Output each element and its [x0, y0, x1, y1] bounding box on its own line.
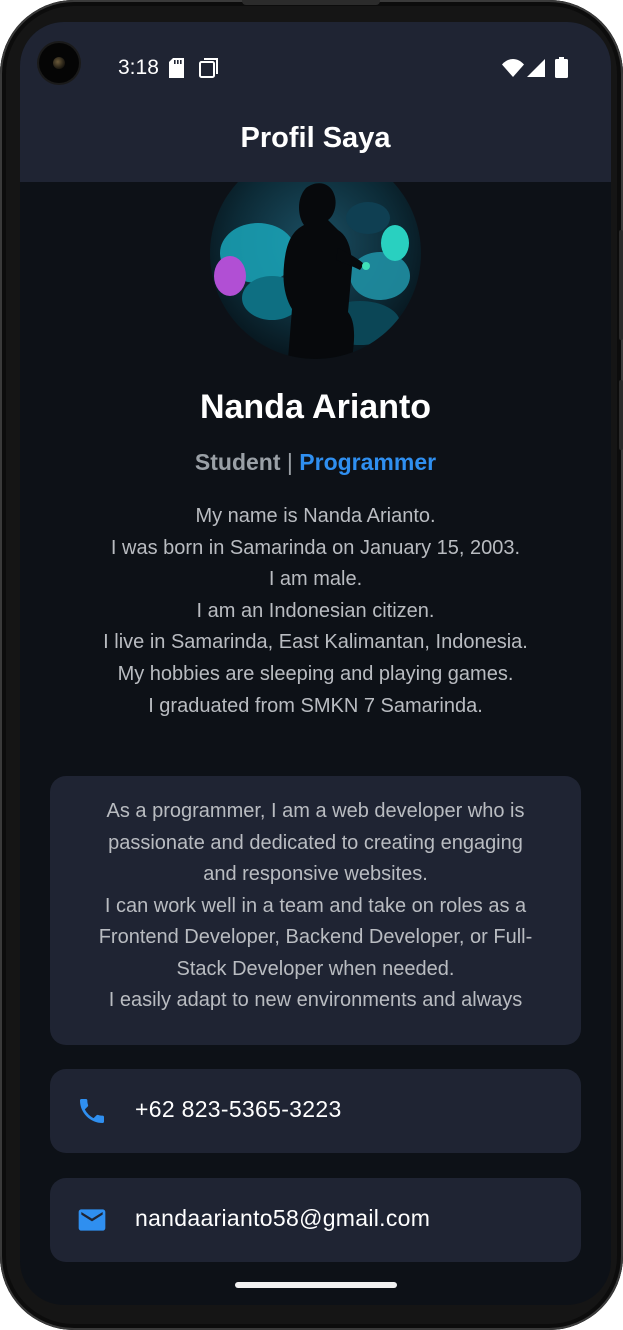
battery-icon: [555, 57, 568, 83]
profile-name: Nanda Arianto: [199, 388, 432, 426]
role-separator: |: [286, 449, 293, 475]
phone-frame: 3:18 Profil Saya Nanda Arianto Student |…: [0, 0, 623, 1330]
profile-bio: My name is Nanda Arianto. I was born in …: [60, 501, 571, 722]
power-button: [619, 380, 623, 450]
front-camera: [39, 43, 79, 83]
about-line: I can work well in a team and take on ro…: [104, 894, 527, 917]
about-line: I easily adapt to new environments and a…: [108, 989, 523, 1011]
email-address: nandaarianto58@gmail.com: [135, 1205, 431, 1231]
device-top-edge: [242, 0, 380, 5]
phone-icon: [76, 1095, 108, 1132]
status-time: 3:18: [118, 56, 159, 79]
about-line: passionate and dedicated to creating eng…: [108, 831, 523, 854]
home-indicator[interactable]: [235, 1282, 397, 1288]
screenshot-icon: [199, 58, 219, 83]
bio-line: My name is Nanda Arianto.: [195, 505, 436, 527]
bio-line: I was born in Samarinda on January 15, 2…: [110, 536, 521, 559]
phone-contact-card[interactable]: +62 823-5365-3223: [50, 1069, 581, 1153]
email-contact-card[interactable]: nandaarianto58@gmail.com: [50, 1178, 581, 1262]
about-card[interactable]: As a programmer, I am a web developer wh…: [50, 776, 581, 1045]
about-line: Stack Developer when needed.: [176, 957, 455, 980]
volume-button: [619, 230, 623, 340]
about-line: As a programmer, I am a web developer wh…: [106, 800, 525, 822]
role-programmer: Programmer: [299, 449, 437, 475]
mail-icon: [76, 1204, 108, 1241]
sd-card-icon: [169, 58, 184, 83]
role-student: Student: [194, 449, 281, 475]
bio-line: I am male.: [268, 568, 363, 591]
profile-roles: Student | Programmer: [20, 449, 611, 476]
page-title: Profil Saya: [240, 122, 391, 154]
signal-icon: [527, 59, 545, 82]
about-line: Frontend Developer, Backend Developer, o…: [98, 926, 533, 948]
phone-number: +62 823-5365-3223: [135, 1096, 342, 1122]
screen: 3:18 Profil Saya Nanda Arianto Student |…: [20, 22, 611, 1305]
bio-line: I am an Indonesian citizen.: [196, 599, 435, 622]
wifi-icon: [502, 59, 524, 82]
about-line: and responsive websites.: [203, 863, 428, 885]
about-text: As a programmer, I am a web developer wh…: [72, 796, 559, 1017]
app-bar: 3:18 Profil Saya: [20, 22, 611, 182]
bio-line: I live in Samarinda, East Kalimantan, In…: [103, 631, 528, 654]
bio-line: My hobbies are sleeping and playing game…: [117, 662, 514, 685]
bio-line: I graduated from SMKN 7 Samarinda.: [148, 694, 483, 717]
